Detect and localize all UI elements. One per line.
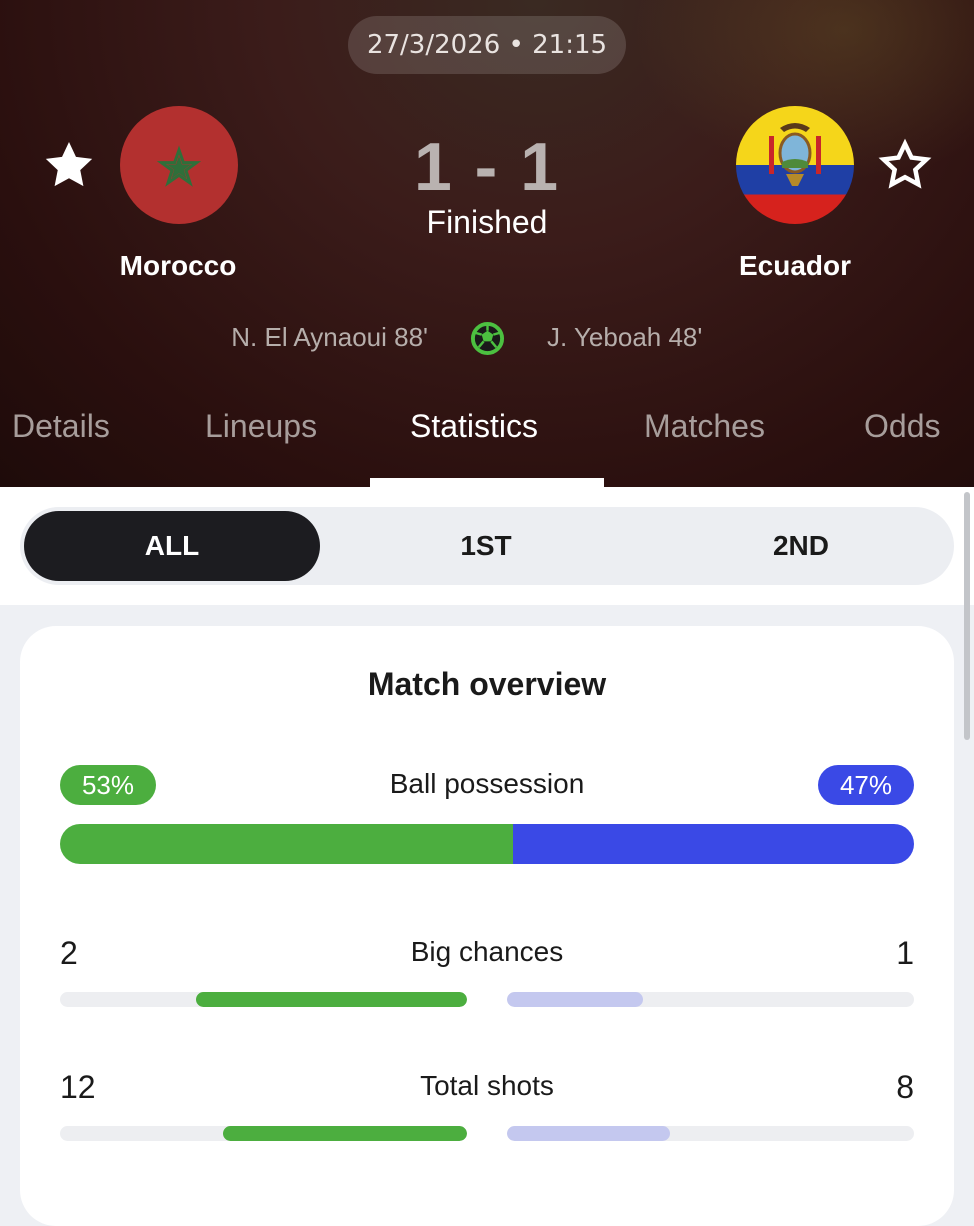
home-goal-scorer: N. El Aynaoui 88'	[231, 322, 428, 352]
tab-statistics[interactable]: Statistics	[410, 408, 538, 445]
morocco-star-icon	[156, 145, 202, 187]
period-selector-area: ALL 1ST 2ND	[0, 487, 974, 605]
scrollbar[interactable]	[964, 492, 970, 740]
away-team-name[interactable]: Ecuador	[675, 250, 915, 282]
period-1st-button[interactable]: 1ST	[338, 507, 634, 585]
possession-label: Ball possession	[389, 768, 585, 799]
tab-lineups[interactable]: Lineups	[205, 408, 317, 445]
possession-bar-home	[60, 824, 513, 864]
card-title: Match overview	[367, 666, 607, 702]
big-chances-away-track	[507, 992, 914, 1007]
big-chances-home-track	[60, 992, 467, 1007]
morocco-flag	[120, 106, 238, 224]
away-possession-badge: 47%	[818, 765, 914, 805]
home-team-name[interactable]: Morocco	[58, 250, 298, 282]
ecuador-coat-of-arms-icon	[769, 123, 821, 186]
active-tab-indicator	[370, 478, 604, 487]
away-goal-scorer: J. Yeboah 48'	[547, 322, 703, 352]
possession-bar	[60, 824, 914, 864]
total-shots-home-track	[60, 1126, 467, 1141]
goal-ball-icon	[470, 321, 505, 356]
tab-details[interactable]: Details	[12, 408, 110, 445]
match-status: Finished	[426, 204, 548, 240]
match-datetime: 27/3/2026 • 21:15	[348, 16, 626, 74]
match-score: 1 - 1	[413, 129, 561, 205]
total-shots-home-fill	[222, 1126, 467, 1141]
tab-matches[interactable]: Matches	[644, 408, 765, 445]
total-shots-away: 8	[896, 1069, 914, 1105]
period-2nd-button[interactable]: 2ND	[652, 507, 950, 585]
big-chances-home-fill	[195, 992, 467, 1007]
match-overview-card: Match overview 53% Ball possession 47% 2…	[20, 626, 954, 1226]
tab-odds[interactable]: Odds	[864, 408, 940, 445]
period-segmented-control: ALL 1ST 2ND	[20, 507, 954, 585]
match-header: 27/3/2026 • 21:15 Morocco 1 - 1 Finished…	[0, 0, 974, 487]
period-all-button[interactable]: ALL	[24, 511, 320, 581]
big-chances-away-fill	[507, 992, 643, 1007]
possession-bar-away	[512, 824, 914, 864]
favorite-home-star-icon[interactable]	[42, 138, 96, 192]
ecuador-flag	[736, 106, 854, 224]
favorite-away-star-icon[interactable]	[878, 138, 932, 192]
total-shots-away-fill	[507, 1126, 670, 1141]
total-shots-label: Total shots	[420, 1070, 554, 1101]
total-shots-away-track	[507, 1126, 914, 1141]
big-chances-away: 1	[896, 935, 914, 971]
big-chances-label: Big chances	[410, 936, 564, 967]
